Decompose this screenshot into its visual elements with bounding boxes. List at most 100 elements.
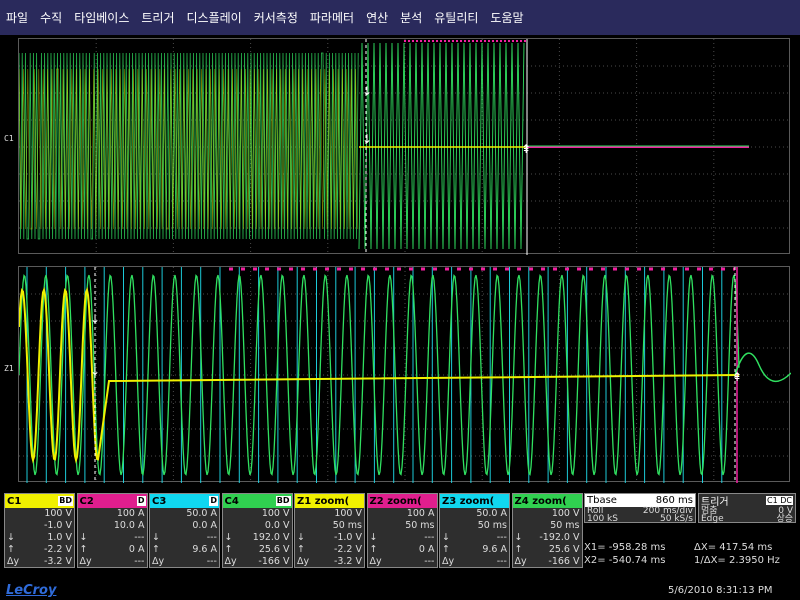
datetime: 5/6/2010 8:31:13 PM xyxy=(668,585,773,596)
sparse-c4-trace xyxy=(358,42,525,250)
row-label: Δy xyxy=(514,556,527,567)
row-label: Δy xyxy=(224,556,237,567)
trigger-tile[interactable]: 트리거 C1 DC 멈춤 0 V Edge 상승 xyxy=(698,493,796,524)
row-label: ↓ xyxy=(152,532,160,543)
menu-item-3[interactable]: 트리거 xyxy=(141,9,174,26)
channel-badge: BD xyxy=(275,496,291,506)
row-value: 50 ms xyxy=(477,520,507,531)
timebase-rate: 50 kS/s xyxy=(660,514,693,524)
cursor-readout: X1= -958.28 ms ΔX= 417.54 ms X2= -540.74 … xyxy=(584,541,800,569)
row-value: 100 V xyxy=(261,508,290,519)
row-value: -166 V xyxy=(548,556,580,567)
row-label: ↓ xyxy=(514,532,523,543)
row-label: ↓ xyxy=(79,532,88,543)
row-value: 100 V xyxy=(44,508,72,519)
menu-item-4[interactable]: 디스플레이 xyxy=(187,9,242,26)
row-value: 100 A xyxy=(406,508,435,519)
row-value: -166 V xyxy=(258,556,290,567)
row-value: -3.2 V xyxy=(43,556,72,567)
timebase-value: 860 ms xyxy=(655,495,693,506)
menu-item-7[interactable]: 연산 xyxy=(366,9,388,26)
row-value: --- xyxy=(424,556,435,567)
cursor-arrow-icon: ↓ xyxy=(90,364,100,378)
row-value: 100 A xyxy=(116,508,145,519)
row-label: ↓ xyxy=(224,532,233,543)
channel-name: C4 xyxy=(224,495,239,507)
row-value: 100 V xyxy=(334,508,362,519)
row-label: ↑ xyxy=(369,544,378,555)
channel-tile[interactable]: C2 D 100 A 10.0 A ↓ --- ↑ 0 A Δy --- xyxy=(76,493,148,568)
channel-tile[interactable]: Z3 zoom(50.0 A 50 ms ↓ --- ↑ 9.6 A Δy --- xyxy=(439,493,510,568)
timebase-samples: 100 kS xyxy=(587,514,618,524)
menu-item-5[interactable]: 커서측정 xyxy=(254,9,298,26)
status-panel: C1 BD 100 V -1.0 V ↓ 1.0 V ↑ -2.2 V Δy -3.2 V C2 D 1… xyxy=(0,487,800,600)
menu-item-1[interactable]: 수직 xyxy=(40,9,62,26)
channel-name: Z2 zoom( xyxy=(369,495,422,507)
channel-badge: D xyxy=(209,496,218,506)
row-value: --- xyxy=(206,556,217,567)
channel-name: Z1 zoom( xyxy=(297,495,350,507)
menu-bar: 파일 수직 타임베이스 트리거 디스플레이 커서측정 파라메터 연산 분석 유틸리티 도움말 xyxy=(0,0,800,35)
channel-name: C2 xyxy=(79,495,94,507)
channel-tile[interactable]: C4 BD 100 V 0.0 V ↓ 192.0 V ↑ 25.6 V Δy -166 V xyxy=(221,493,293,568)
cursor-arrow-icon: ⇞ xyxy=(732,370,742,384)
timebase-tile[interactable]: Tbase 860 ms Roll 200 ms/div 100 kS 50 kS/s xyxy=(584,493,696,524)
menu-item-9[interactable]: 유틸리티 xyxy=(434,9,478,26)
channel-name: Z3 zoom( xyxy=(442,495,495,507)
row-value: 50 ms xyxy=(550,520,580,531)
row-value: --- xyxy=(496,556,507,567)
row-value: 0 A xyxy=(128,544,145,555)
row-label: Δy xyxy=(152,556,165,567)
row-label: ↑ xyxy=(514,544,523,555)
channel-tile[interactable]: Z2 zoom(100 A 50 ms ↓ --- ↑ 0 A Δy --- xyxy=(366,493,438,568)
cursor-dx: ΔX= 417.54 ms xyxy=(694,542,773,553)
row-value: 9.6 A xyxy=(482,544,507,555)
menu-item-6[interactable]: 파라메터 xyxy=(310,9,354,26)
channel-name: Z4 zoom( xyxy=(514,495,567,507)
bottom-channel-marker: Z1 xyxy=(4,364,14,373)
menu-item-10[interactable]: 도움말 xyxy=(490,9,523,26)
row-value: --- xyxy=(134,532,145,543)
timebase-label: Tbase xyxy=(587,495,617,506)
row-value: 0 A xyxy=(418,544,435,555)
row-label: ↓ xyxy=(442,532,450,543)
row-value: 50.0 A xyxy=(476,508,507,519)
row-label: ↑ xyxy=(152,544,160,555)
row-value: -3.2 V xyxy=(333,556,362,567)
cursor-arrow-icon: ↓ xyxy=(90,312,100,326)
row-label: Δy xyxy=(7,556,20,567)
menu-item-0[interactable]: 파일 xyxy=(6,9,28,26)
channel-tile[interactable]: Z1 zoom(100 V 50 ms ↓ -1.0 V ↑ -2.2 V Δy -3.2 V xyxy=(294,493,365,568)
brand-logo[interactable]: LeCroy xyxy=(6,583,56,598)
row-value: --- xyxy=(206,532,217,543)
row-value: --- xyxy=(134,556,145,567)
zoom-waveform-grid[interactable]: ↓ ↓ ⇞ xyxy=(18,266,791,483)
menu-item-2[interactable]: 타임베이스 xyxy=(74,9,129,26)
cursor-arrow-icon: ↓ xyxy=(362,84,372,98)
row-value: --- xyxy=(424,532,435,543)
row-value: 192.0 V xyxy=(252,532,290,543)
scope-window: 파일 수직 타임베이스 트리거 디스플레이 커서측정 파라메터 연산 분석 유틸리티 도움말 ↓ ↓ ⇞… xyxy=(0,0,800,600)
row-value: 0.0 V xyxy=(264,520,290,531)
row-label: ↑ xyxy=(79,544,88,555)
row-value: 50 ms xyxy=(332,520,362,531)
main-waveform-grid[interactable]: ↓ ↓ ⇞ xyxy=(18,38,791,255)
channel-tile[interactable]: Z4 zoom(100 V 50 ms ↓ -192.0 V ↑ 25.6 V Δy -166… xyxy=(511,493,583,568)
row-value: 50.0 A xyxy=(186,508,217,519)
row-value: -192.0 V xyxy=(539,532,580,543)
row-label: Δy xyxy=(442,556,455,567)
row-value: 9.6 A xyxy=(192,544,217,555)
cursor-x1: X1= -958.28 ms xyxy=(584,542,666,553)
channel-badge: BD xyxy=(58,496,73,506)
row-label: ↓ xyxy=(7,532,15,543)
channel-tile[interactable]: C1 BD 100 V -1.0 V ↓ 1.0 V ↑ -2.2 V Δy -3.2 V xyxy=(4,493,75,568)
menu-item-8[interactable]: 분석 xyxy=(400,9,422,26)
row-label: ↓ xyxy=(369,532,378,543)
channel-name: C1 xyxy=(7,495,22,507)
row-value: 10.0 A xyxy=(113,520,145,531)
row-label: Δy xyxy=(369,556,382,567)
top-channel-marker: C1 xyxy=(4,134,14,143)
row-label: ↑ xyxy=(297,544,305,555)
row-value: -2.2 V xyxy=(333,544,362,555)
channel-tile[interactable]: C3 D 50.0 A 0.0 A ↓ --- ↑ 9.6 A Δy --- xyxy=(149,493,220,568)
